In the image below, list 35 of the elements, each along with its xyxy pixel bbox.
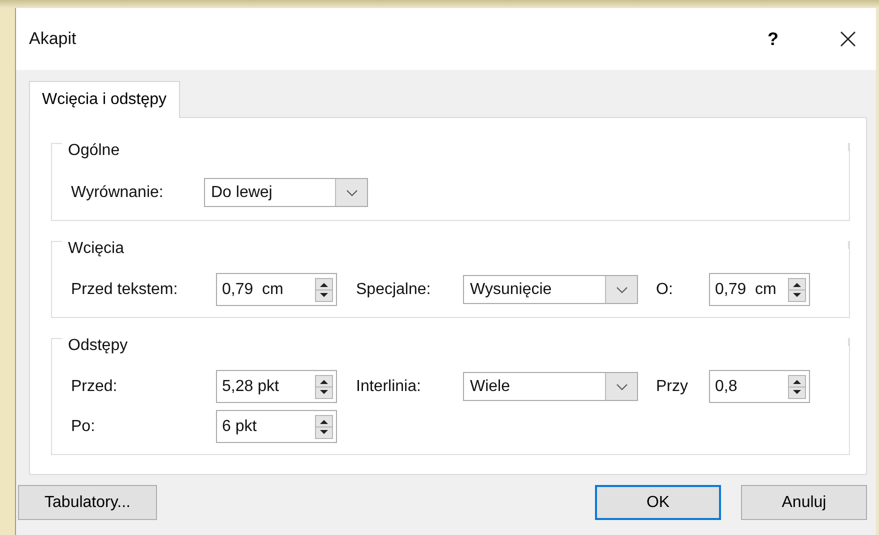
chevron-down-icon [616,382,628,390]
dropdown[interactable]: Wiele [463,372,638,401]
dialog-button[interactable]: Tabulatory... [18,485,157,520]
spinner-arrows-icon[interactable] [788,278,806,302]
window-title: Akapit [29,29,78,49]
field-label: Przy [656,378,689,396]
field-label: O: [656,280,674,298]
field-label: Przed: [71,378,118,396]
spin-field[interactable]: 0,79 cm [216,273,337,306]
field-label: Specjalne: [356,280,432,298]
spinner-arrows-icon[interactable] [315,278,333,302]
tab[interactable]: Wcięcia i odstępy [29,81,180,118]
dialog-button[interactable]: OK [595,485,721,520]
spin-field[interactable]: 0,8 [709,370,810,403]
close-button[interactable] [839,31,857,47]
dropdown[interactable]: Wysunięcie [463,275,638,304]
spin-field[interactable]: 5,28 pkt [216,370,337,403]
spinner-arrows-icon[interactable] [788,374,806,398]
help-button[interactable]: ? [763,28,783,50]
field-label: Po: [71,418,96,436]
spin-field[interactable]: 0,79 cm [709,273,810,306]
group-title: Wcięcia [66,240,126,258]
field-label: Przed tekstem: [71,280,179,298]
group-title: Odstępy [66,337,130,355]
chevron-down-icon [346,188,358,196]
dialog-button[interactable]: Anuluj [741,485,867,520]
field-label: Wyrównanie: [71,184,164,202]
spinner-arrows-icon[interactable] [315,414,333,438]
chevron-down-icon [616,286,628,294]
field-label: Interlinia: [356,378,422,396]
spin-field[interactable]: 6 pkt [216,410,337,443]
group-title: Ogólne [66,142,122,160]
dropdown[interactable]: Do lewej [204,178,368,207]
close-icon [840,31,856,47]
spinner-arrows-icon[interactable] [315,374,333,398]
